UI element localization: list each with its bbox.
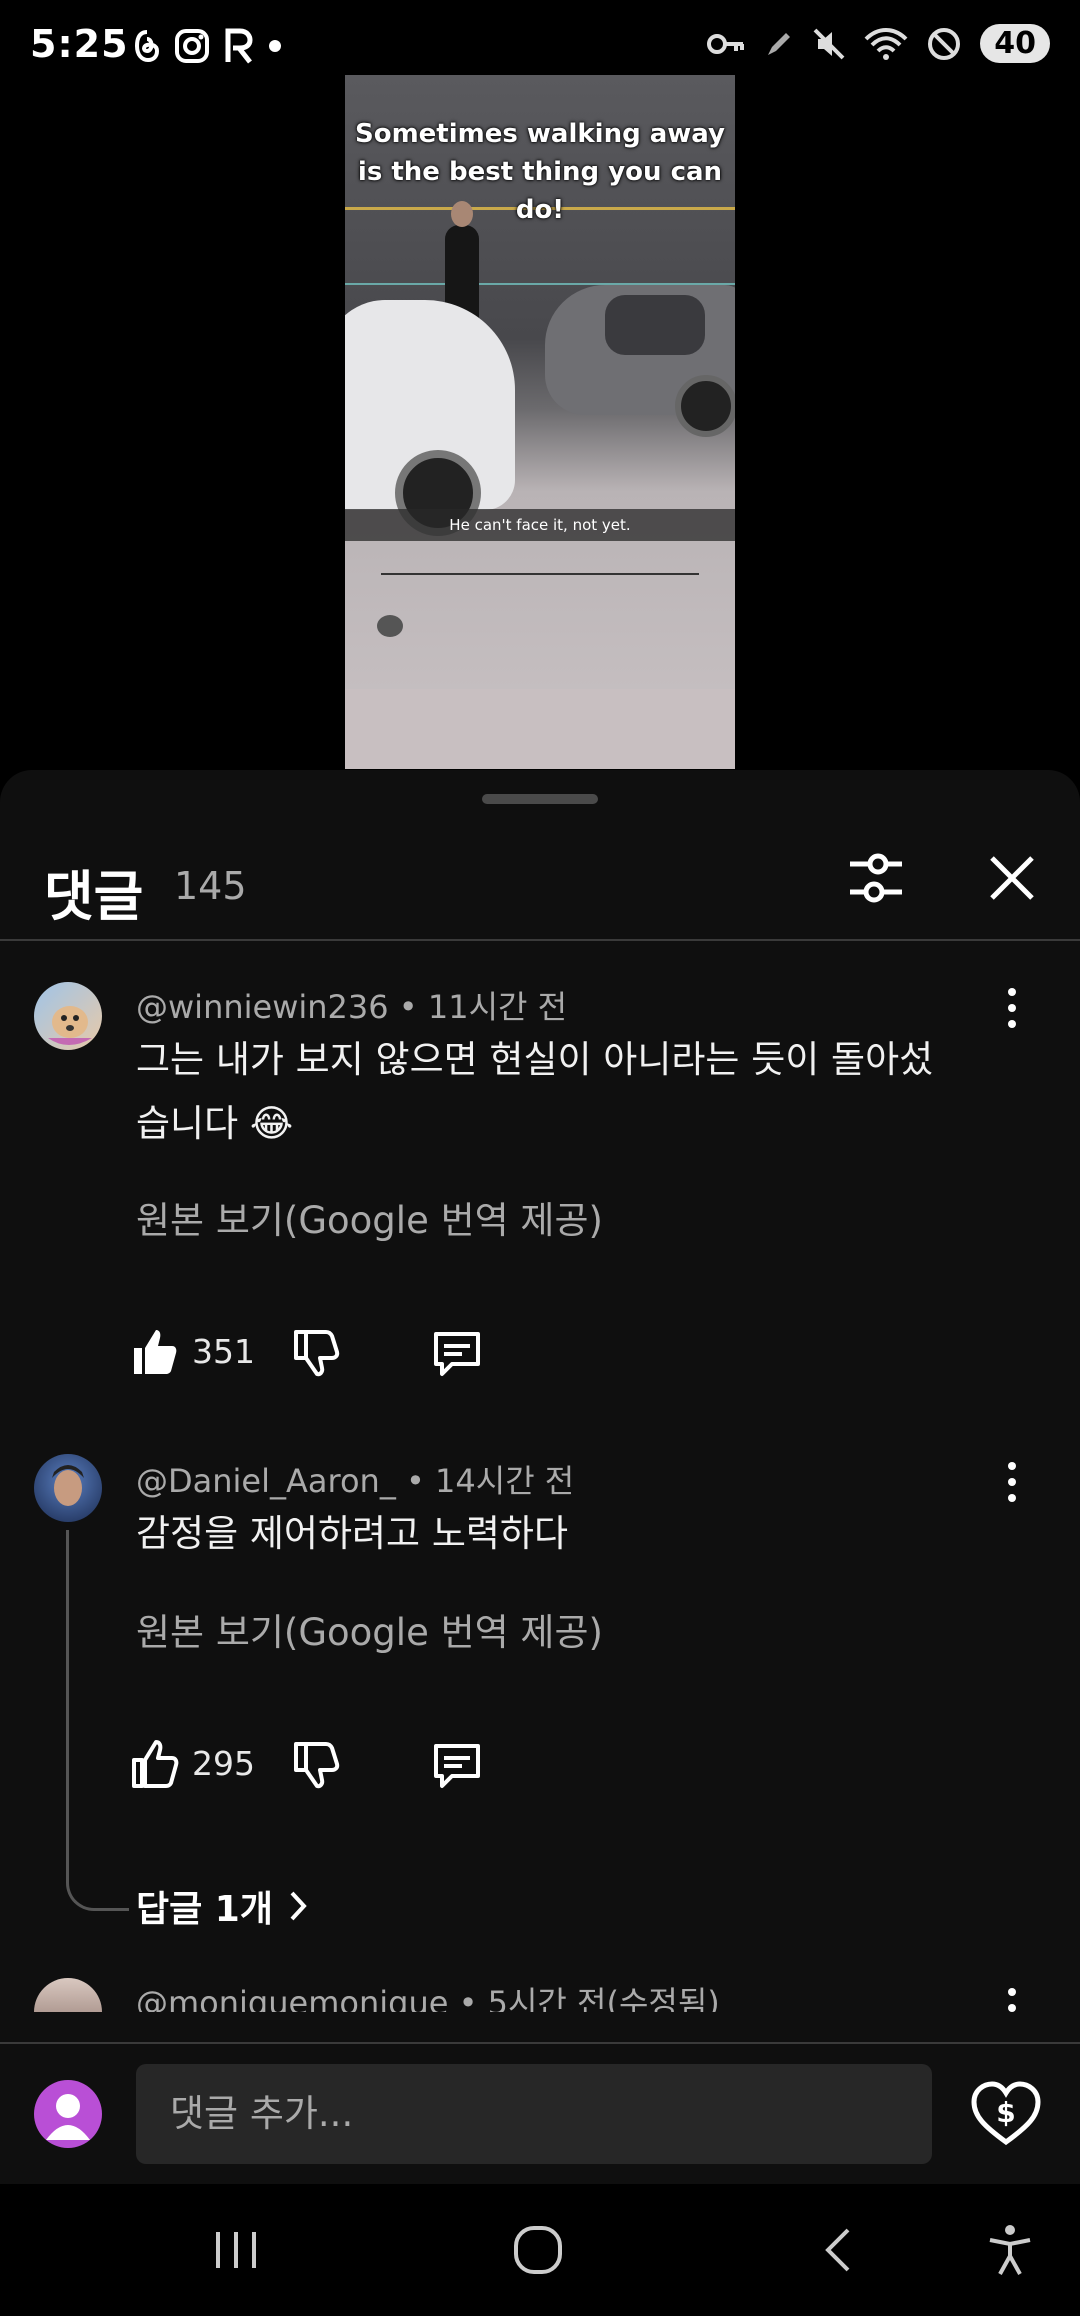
more-options-icon[interactable]	[990, 1978, 1034, 2012]
home-icon[interactable]	[508, 2220, 568, 2280]
dot-icon	[269, 40, 281, 52]
comments-count: 145	[174, 864, 247, 908]
status-time: 5:25	[30, 22, 129, 66]
comment-time: 11시간 전	[427, 988, 568, 1026]
comments-list[interactable]: @winniewin236 • 11시간 전 그는 내가 보지 않으면 현실이 …	[0, 942, 1080, 2012]
comments-title: 댓글	[44, 865, 144, 928]
system-icons: 40	[706, 24, 1050, 63]
thread-line	[66, 1530, 129, 1911]
dislike-icon[interactable]	[290, 1734, 340, 1794]
avatar[interactable]	[34, 1454, 102, 1522]
comment-meta: @moniquemonique • 5시간 전(수정됨)	[136, 1978, 720, 2012]
video-caption-mid: He can't face it, not yet.	[345, 509, 735, 541]
accessibility-icon[interactable]	[980, 2220, 1040, 2280]
r-app-icon	[225, 28, 253, 64]
avatar[interactable]	[34, 982, 102, 1050]
filter-icon[interactable]	[840, 842, 912, 914]
reply-icon[interactable]	[430, 1322, 484, 1382]
like-filled-icon[interactable]	[130, 1322, 180, 1382]
white-car	[345, 300, 515, 536]
battery-level: 40	[980, 24, 1050, 63]
comment-author[interactable]: @Daniel_Aaron_	[136, 1462, 396, 1500]
recent-apps-icon[interactable]	[206, 2220, 266, 2280]
no-disturb-icon	[928, 27, 961, 60]
navigation-bar	[0, 2184, 1080, 2316]
mute-icon	[813, 28, 845, 59]
person-avatar-icon	[52, 1465, 84, 1506]
comment-text: 그는 내가 보지 않으면 현실이 아니라는 듯이 돌아섰습니다 😂	[136, 1038, 934, 1145]
manhole	[377, 615, 403, 637]
comment-author[interactable]: @moniquemonique	[136, 1984, 448, 2012]
like-count: 295	[192, 1744, 255, 1783]
key-icon	[707, 33, 745, 54]
comment-meta: @Daniel_Aaron_ • 14시간 전	[136, 1462, 575, 1500]
wifi-icon	[864, 27, 908, 60]
see-original-link[interactable]: 원본 보기(Google 번역 제공)	[136, 1602, 603, 1656]
comment-meta: @winniewin236 • 11시간 전	[136, 988, 568, 1026]
my-avatar[interactable]	[34, 2080, 102, 2148]
notification-icons	[134, 28, 282, 64]
header-divider	[0, 939, 1080, 941]
chevron-right-icon	[290, 1891, 307, 1921]
view-replies-button[interactable]: 답글 1개	[136, 1880, 309, 1932]
instagram-icon	[175, 29, 209, 63]
svg-text:$: $	[996, 2096, 1015, 2129]
more-options-icon[interactable]	[990, 1452, 1034, 1512]
super-thanks-icon[interactable]: $	[968, 2076, 1044, 2152]
comments-panel: 댓글 145 @winniewin236 • 11시간 전 그는 내가 보지 않…	[0, 770, 1080, 2184]
dislike-icon[interactable]	[290, 1322, 340, 1382]
reply-icon[interactable]	[430, 1734, 484, 1794]
back-icon[interactable]	[810, 2220, 870, 2280]
comment-time: 5시간 전(수정됨)	[487, 1984, 720, 2012]
like-icon[interactable]	[130, 1734, 180, 1794]
dog-avatar-icon	[48, 1006, 92, 1045]
comment-author[interactable]: @winniewin236	[136, 988, 389, 1026]
see-original-link[interactable]: 원본 보기(Google 번역 제공)	[136, 1190, 603, 1244]
threads-icon	[134, 30, 160, 63]
user-icon	[46, 2094, 90, 2140]
comment-text: 감정을 제어하려고 노력하다	[136, 1512, 569, 1555]
close-icon[interactable]	[976, 842, 1048, 914]
comment-time: 14시간 전	[435, 1462, 575, 1500]
video-caption-top: Sometimes walking away is the best thing…	[354, 119, 726, 225]
replies-label: 답글 1개	[136, 1889, 273, 1930]
comments-header: 댓글 145	[0, 830, 1080, 940]
comment-actions: 295	[130, 1734, 730, 1794]
add-comment-input[interactable]: 댓글 추가...	[136, 2064, 932, 2164]
like-count: 351	[192, 1332, 255, 1371]
avatar[interactable]	[34, 1978, 102, 2012]
video-player[interactable]: Sometimes walking away is the best thing…	[345, 75, 735, 769]
video-bottom-area	[345, 689, 735, 769]
comment-actions: 351	[130, 1322, 730, 1382]
comment-input-bar: 댓글 추가... $	[0, 2042, 1080, 2186]
sidewalk-line	[381, 573, 699, 575]
drag-handle[interactable]	[482, 794, 598, 804]
more-options-icon[interactable]	[990, 978, 1034, 1038]
gray-car	[545, 285, 735, 437]
pen-icon	[768, 32, 791, 55]
